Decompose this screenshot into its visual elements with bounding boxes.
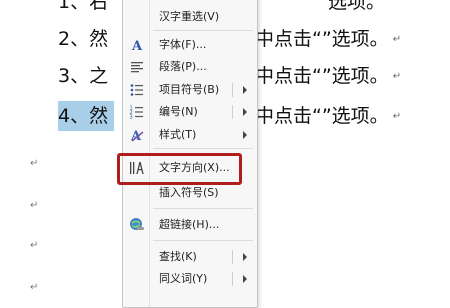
doc-line-2-tail: 中点击“”选项。 ↵ <box>255 24 401 55</box>
menu-item-label: 项目符号(B) <box>159 83 220 96</box>
menu-item-find[interactable]: 查找(K) <box>123 246 257 268</box>
menu-item-bullets[interactable]: 项目符号(B) <box>123 79 257 101</box>
font-icon: A <box>129 37 145 54</box>
menu-separator <box>153 240 253 241</box>
menu-item-label: 样式(T) <box>159 128 197 141</box>
submenu-split-divider <box>232 105 233 119</box>
submenu-arrow-icon[interactable] <box>243 108 247 116</box>
paragraph-mark: ↵ <box>392 70 402 82</box>
menu-item-label: 插入符号(S) <box>159 186 219 199</box>
doc-line-1-head: 1、右 <box>58 0 109 13</box>
doc-line-1-tail: 选项。 <box>328 0 386 13</box>
menu-item-label: 查找(K) <box>159 250 197 263</box>
doc-line-4-tail: 中点击“”选项。 ↵ <box>255 101 401 132</box>
submenu-split-divider <box>232 250 233 264</box>
menu-item-insert-symbol[interactable]: 插入符号(S) <box>123 182 257 204</box>
paragraph-mark: ↵ <box>30 158 39 169</box>
menu-separator <box>153 30 253 31</box>
doc-line-3-tail-text: 中点击“”选项。 <box>255 65 389 87</box>
menu-item-styles[interactable]: A 样式(T) <box>123 124 257 146</box>
hyperlink-icon <box>129 217 145 233</box>
doc-line-2-tail-text: 中点击“”选项。 <box>255 28 389 50</box>
menu-separator <box>153 148 253 149</box>
doc-line-2-head: 2、然 <box>58 28 109 50</box>
paragraph-icon <box>129 59 145 75</box>
paragraph-mark: ↵ <box>30 200 39 211</box>
doc-line-3-tail: 中点击“”选项。 ↵ <box>255 61 401 92</box>
paragraph-mark: ↵ <box>30 240 39 251</box>
menu-item-paragraph[interactable]: 段落(P)... <box>123 56 257 78</box>
bullets-icon <box>129 82 145 98</box>
menu-item-label: 汉字重选(V) <box>159 10 220 23</box>
menu-item-label: 同义词(Y) <box>159 272 208 285</box>
menu-item-reconvert[interactable]: 汉字重选(V) <box>123 6 257 28</box>
paragraph-mark: ↵ <box>30 282 39 293</box>
styles-icon: A <box>129 127 145 144</box>
menu-item-font[interactable]: A 字体(F)... <box>123 34 257 56</box>
menu-item-label: 段落(P)... <box>159 60 207 73</box>
paragraph-mark: ↵ <box>392 110 402 122</box>
doc-line-3-head: 3、之 <box>58 65 109 87</box>
submenu-arrow-icon[interactable] <box>243 86 247 94</box>
numbering-icon: 1 2 3 <box>129 104 145 121</box>
submenu-arrow-icon[interactable] <box>243 131 247 139</box>
doc-line-4-head-selected: 4、然 <box>58 101 115 131</box>
menu-item-synonyms[interactable]: 同义词(Y) <box>123 268 257 290</box>
menu-separator <box>153 208 253 209</box>
doc-line-4-tail-text: 中点击“”选项。 <box>255 105 389 127</box>
menu-item-hyperlink[interactable]: 超链接(H)... <box>123 214 257 236</box>
svg-text:A: A <box>130 129 142 143</box>
menu-item-label: 超链接(H)... <box>159 218 220 231</box>
svg-text:A: A <box>131 39 143 53</box>
svg-text:3: 3 <box>130 115 133 121</box>
paragraph-mark: ↵ <box>392 33 402 45</box>
menu-item-numbering[interactable]: 1 2 3 编号(N) <box>123 101 257 123</box>
menu-item-label: 编号(N) <box>159 105 198 118</box>
menu-item-label: 字体(F)... <box>159 38 207 51</box>
submenu-arrow-icon[interactable] <box>243 275 247 283</box>
submenu-split-divider <box>232 272 233 286</box>
highlight-box <box>117 153 242 185</box>
submenu-arrow-icon[interactable] <box>243 253 247 261</box>
submenu-split-divider <box>232 83 233 97</box>
